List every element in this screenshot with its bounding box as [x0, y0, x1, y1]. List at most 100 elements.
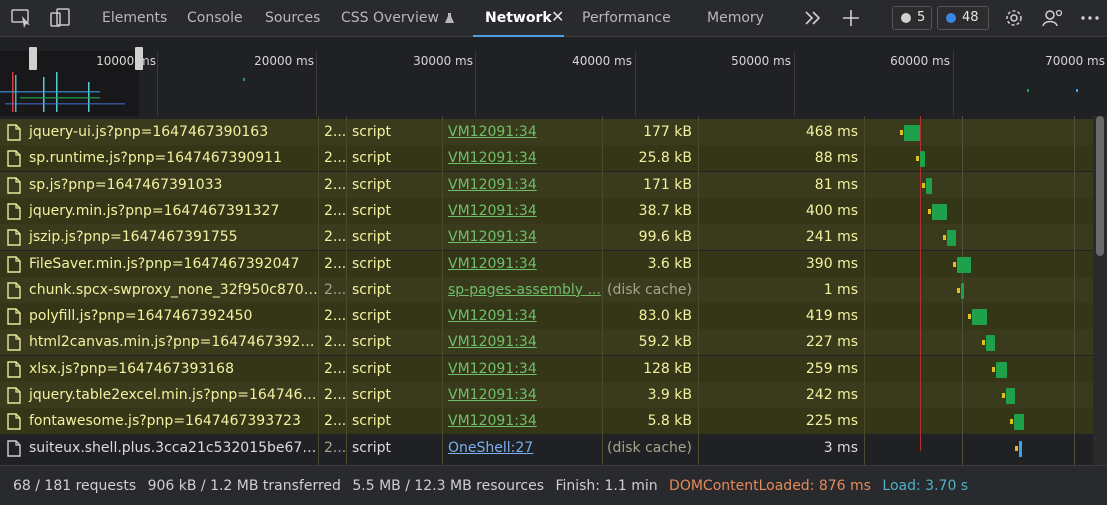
- request-name[interactable]: polyfill.js?pnp=1647467392450: [0, 303, 318, 329]
- inspect-element-icon[interactable]: [10, 7, 34, 29]
- request-time: 241 ms: [805, 229, 858, 246]
- request-initiator-link[interactable]: OneShell:27: [442, 435, 602, 461]
- overview-tick: 70000 ms: [1045, 54, 1105, 68]
- request-time: 400 ms: [805, 202, 858, 219]
- request-name[interactable]: chunk.spcx-swproxy_none_32f950c8707b...: [0, 277, 318, 303]
- request-type: script: [352, 360, 392, 377]
- waterfall-bar[interactable]: [1005, 388, 1016, 404]
- waterfall-bar[interactable]: [1019, 440, 1023, 457]
- request-size: 128 kB: [643, 360, 692, 377]
- overview-left-handle[interactable]: [29, 47, 37, 70]
- table-scrollbar-thumb[interactable]: [1096, 116, 1104, 256]
- waterfall-wait-mark: [953, 261, 957, 267]
- tab-performance[interactable]: Performance: [582, 0, 671, 37]
- column-divider[interactable]: [442, 116, 443, 465]
- request-initiator-link[interactable]: VM12091:34: [442, 198, 602, 224]
- waterfall-bar[interactable]: [960, 282, 964, 299]
- waterfall-bar[interactable]: [919, 151, 925, 168]
- column-divider[interactable]: [318, 116, 319, 465]
- waterfall-bar[interactable]: [985, 335, 996, 352]
- table-scrollbar[interactable]: [1093, 116, 1107, 465]
- request-initiator-link[interactable]: sp-pages-assembly ...: [442, 277, 602, 303]
- waterfall-column[interactable]: [865, 116, 1075, 465]
- network-overview-timeline[interactable]: 10000 ms 20000 ms 30000 ms 40000 ms 5000…: [0, 37, 1107, 116]
- request-time: 81 ms: [814, 176, 858, 193]
- column-divider[interactable]: [346, 116, 347, 465]
- waterfall-bar[interactable]: [996, 361, 1007, 378]
- dom-content-loaded: DOMContentLoaded: 876 ms: [669, 478, 871, 494]
- request-name[interactable]: sp.js?pnp=1647467391033: [0, 172, 318, 198]
- overview-tick: 10000 ms: [96, 54, 156, 68]
- request-name[interactable]: jszip.js?pnp=1647467391755: [0, 224, 318, 250]
- request-name[interactable]: suiteux.shell.plus.3cca21c532015be679a8.…: [0, 435, 318, 461]
- request-initiator-link[interactable]: VM12091:34: [442, 408, 602, 434]
- messages-badge[interactable]: 48: [937, 6, 989, 30]
- request-time: 419 ms: [805, 308, 858, 325]
- request-name[interactable]: FileSaver.min.js?pnp=1647467392047: [0, 251, 318, 277]
- request-name[interactable]: fontawesome.js?pnp=1647467393723: [0, 408, 318, 434]
- overview-tick: 30000 ms: [413, 54, 473, 68]
- close-tab-icon[interactable]: ✕: [551, 0, 564, 36]
- waterfall-bar[interactable]: [972, 309, 987, 326]
- double-chevron-icon[interactable]: [801, 7, 825, 29]
- request-name[interactable]: sp.runtime.js?pnp=1647467390911: [0, 145, 318, 171]
- request-status: 2...: [324, 229, 346, 246]
- waterfall-wait-mark: [942, 235, 946, 241]
- more-options-icon[interactable]: [1078, 7, 1102, 29]
- devtools-window: Elements Console Sources CSS Overview Ne…: [0, 0, 1107, 505]
- load-time: Load: 3.70 s: [882, 478, 969, 494]
- waterfall-bar[interactable]: [957, 256, 972, 273]
- request-initiator-link[interactable]: VM12091:34: [442, 329, 602, 355]
- tab-memory[interactable]: Memory: [707, 0, 764, 37]
- waterfall-wait-mark: [1010, 419, 1014, 425]
- request-status: 2...: [324, 281, 346, 298]
- request-initiator-link[interactable]: VM12091:34: [442, 303, 602, 329]
- request-status: 2...: [324, 176, 346, 193]
- request-name[interactable]: xlsx.js?pnp=1647467393168: [0, 356, 318, 382]
- request-time: 3 ms: [823, 439, 858, 456]
- request-type: script: [352, 281, 392, 298]
- device-toolbar-icon[interactable]: [49, 7, 73, 29]
- request-type: script: [352, 255, 392, 272]
- network-summary-bar: 68 / 181 requests 906 kB / 1.2 MB transf…: [0, 465, 1107, 505]
- request-initiator-link[interactable]: VM12091:34: [442, 251, 602, 277]
- request-time: 227 ms: [805, 334, 858, 351]
- waterfall-wait-mark: [915, 156, 919, 162]
- request-initiator-link[interactable]: VM12091:34: [442, 172, 602, 198]
- request-initiator-link[interactable]: VM12091:34: [442, 356, 602, 382]
- gear-icon[interactable]: [1002, 7, 1026, 29]
- customize-feedback-icon[interactable]: [1041, 7, 1065, 29]
- request-initiator-link[interactable]: VM12091:34: [442, 145, 602, 171]
- waterfall-bar[interactable]: [946, 230, 957, 247]
- request-initiator-link[interactable]: VM12091:34: [442, 119, 602, 145]
- column-divider[interactable]: [602, 116, 603, 465]
- waterfall-wait-mark: [899, 130, 903, 135]
- column-divider[interactable]: [698, 116, 699, 465]
- waterfall-bar[interactable]: [903, 125, 921, 141]
- tab-console[interactable]: Console: [187, 0, 243, 37]
- waterfall-bar[interactable]: [926, 177, 932, 194]
- plus-icon[interactable]: [839, 7, 863, 29]
- tab-sources[interactable]: Sources: [265, 0, 320, 37]
- waterfall-wait-mark: [968, 314, 972, 320]
- issues-badge[interactable]: 5: [892, 6, 932, 30]
- request-time: 390 ms: [805, 255, 858, 272]
- request-initiator-link[interactable]: VM12091:34: [442, 224, 602, 250]
- request-initiator-link[interactable]: VM12091:34: [442, 382, 602, 408]
- request-name[interactable]: jquery-ui.js?pnp=1647467390163: [0, 119, 318, 145]
- request-status: 2...: [324, 202, 346, 219]
- request-name[interactable]: jquery.table2excel.min.js?pnp=16474673..…: [0, 382, 318, 408]
- request-name[interactable]: html2canvas.min.js?pnp=1647467392910: [0, 329, 318, 355]
- overview-right-handle[interactable]: [135, 47, 143, 70]
- request-name[interactable]: jquery.min.js?pnp=1647467391327: [0, 198, 318, 224]
- request-size: 99.6 kB: [638, 229, 692, 246]
- tab-css-overview[interactable]: CSS Overview: [341, 0, 454, 37]
- waterfall-bar[interactable]: [932, 203, 947, 220]
- waterfall-bar[interactable]: [1014, 414, 1024, 431]
- request-size: 83.0 kB: [638, 308, 692, 325]
- request-time: 259 ms: [805, 360, 858, 377]
- request-status: 2...: [324, 124, 346, 140]
- waterfall-wait-mark: [992, 366, 996, 372]
- tab-elements[interactable]: Elements: [102, 0, 167, 37]
- resources-size: 5.5 MB / 12.3 MB resources: [352, 478, 544, 494]
